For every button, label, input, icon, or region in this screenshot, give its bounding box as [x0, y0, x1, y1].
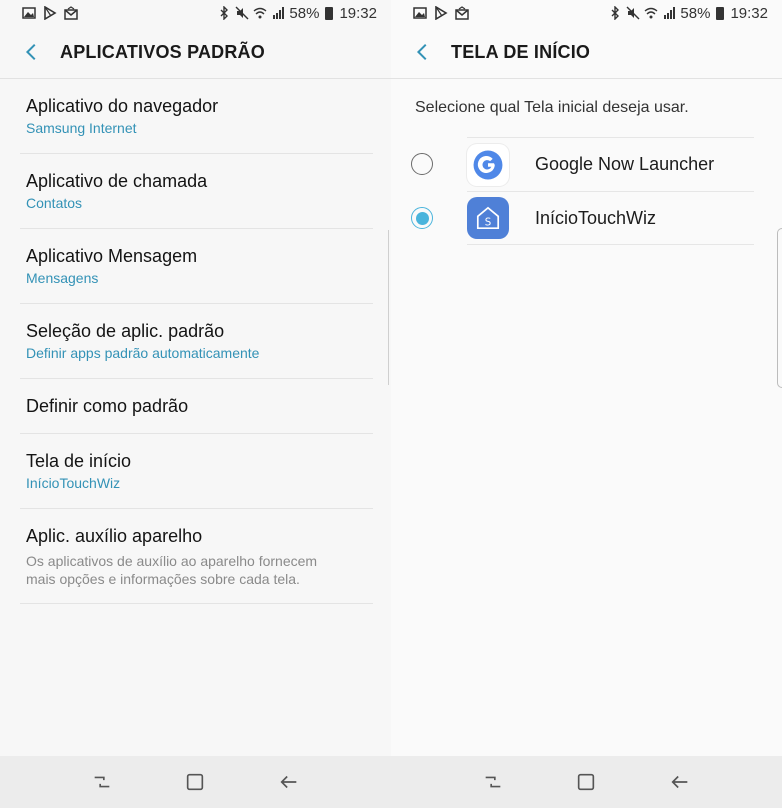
item-subtitle: Contatos: [26, 195, 83, 211]
battery-icon: [716, 6, 725, 20]
item-title: Aplicativo do navegador: [26, 96, 219, 116]
battery-percent: 58%: [289, 4, 320, 22]
option-body: S InícioTouchWiz: [467, 191, 754, 245]
home-screen-item[interactable]: Tela de início InícioTouchWiz: [20, 434, 373, 509]
recents-button[interactable]: [90, 770, 114, 794]
page-title: TELA DE INÍCIO: [451, 41, 591, 62]
status-bar: 58% 19:32: [0, 0, 391, 26]
launcher-options: Google Now Launcher S InícioTouchWiz: [391, 137, 782, 245]
option-label: InícioTouchWiz: [535, 207, 657, 228]
recents-icon: [94, 776, 110, 788]
back-button[interactable]: [20, 40, 44, 64]
item-subtitle: InícioTouchWiz: [26, 475, 121, 491]
scrollbar[interactable]: [386, 230, 389, 385]
default-apps-screen: 58% 19:32 APLICATIVOS PADRÃO Aplicativo …: [0, 0, 391, 808]
navigation-bar: [391, 756, 782, 808]
item-title: Aplic. auxílio aparelho: [26, 526, 203, 546]
item-title: Tela de início: [26, 451, 132, 471]
play-store-icon: [43, 6, 57, 20]
image-icon: [22, 6, 36, 20]
play-store-icon: [434, 6, 448, 20]
svg-text:S: S: [485, 218, 491, 229]
option-label: Google Now Launcher: [535, 154, 715, 174]
home-button[interactable]: [574, 770, 598, 794]
radio-button-selected[interactable]: [411, 207, 433, 229]
recents-icon: [485, 776, 501, 788]
mail-icon: [64, 6, 78, 20]
radio-button[interactable]: [411, 153, 433, 175]
home-square-icon: [187, 773, 204, 791]
scrollbar[interactable]: [777, 228, 782, 388]
chevron-left-icon: [416, 43, 427, 61]
home-square-icon: [578, 773, 595, 791]
wifi-icon: [253, 6, 267, 20]
item-subtitle: Mensagens: [26, 270, 99, 286]
battery-percent: 58%: [680, 4, 711, 22]
image-icon: [413, 6, 427, 20]
navigation-bar: [0, 756, 391, 808]
battery-icon: [325, 6, 334, 20]
item-subtitle: Definir apps padrão automaticamente: [26, 345, 260, 361]
device-assist-app-item[interactable]: Aplic. auxílio aparelho Os aplicativos d…: [20, 509, 373, 604]
item-subtitle: Samsung Internet: [26, 120, 137, 136]
nav-back-button[interactable]: [277, 770, 301, 794]
back-arrow-icon: [280, 775, 297, 789]
page-title: APLICATIVOS PADRÃO: [60, 41, 265, 62]
bluetooth-icon: [608, 6, 622, 20]
home-screen-chooser: 58% 19:32 TELA DE INÍCIO Selecione qual …: [391, 0, 782, 808]
nav-back-button[interactable]: [668, 770, 692, 794]
selection-prompt: Selecione qual Tela inicial deseja usar.: [415, 99, 689, 116]
mute-icon: [235, 6, 249, 20]
signal-icon: [271, 6, 285, 20]
recents-button[interactable]: [481, 770, 505, 794]
option-body: Google Now Launcher: [467, 137, 754, 191]
clock: 19:32: [730, 4, 768, 22]
bluetooth-icon: [217, 6, 231, 20]
item-title: Seleção de aplic. padrão: [26, 321, 225, 341]
default-app-selection-item[interactable]: Seleção de aplic. padrão Definir apps pa…: [20, 304, 373, 379]
mute-icon: [626, 6, 640, 20]
touchwiz-home-icon: S: [467, 197, 509, 239]
clock: 19:32: [339, 4, 377, 22]
chevron-left-icon: [25, 43, 36, 61]
set-as-default-item[interactable]: Definir como padrão: [20, 379, 373, 434]
settings-list: Aplicativo do navegador Samsung Internet…: [0, 79, 391, 604]
option-touchwiz-home[interactable]: S InícioTouchWiz: [411, 191, 754, 245]
back-arrow-icon: [671, 775, 688, 789]
browser-app-item[interactable]: Aplicativo do navegador Samsung Internet: [20, 79, 373, 154]
status-bar: 58% 19:32: [391, 0, 782, 26]
app-bar: TELA DE INÍCIO: [391, 26, 782, 78]
home-button[interactable]: [183, 770, 207, 794]
item-title: Aplicativo Mensagem: [26, 246, 198, 266]
app-bar: APLICATIVOS PADRÃO: [0, 26, 391, 78]
messaging-app-item[interactable]: Aplicativo Mensagem Mensagens: [20, 229, 373, 304]
back-button[interactable]: [411, 40, 435, 64]
call-app-item[interactable]: Aplicativo de chamada Contatos: [20, 154, 373, 229]
wifi-icon: [644, 6, 658, 20]
signal-icon: [662, 6, 676, 20]
google-icon: [467, 143, 509, 186]
mail-icon: [455, 6, 469, 20]
radio-dot: [415, 211, 429, 225]
item-description: Os aplicativos de auxílio ao aparelho fo…: [26, 553, 318, 587]
item-title: Definir como padrão: [26, 396, 189, 416]
option-google-now-launcher[interactable]: Google Now Launcher: [411, 137, 754, 191]
item-title: Aplicativo de chamada: [26, 171, 208, 191]
